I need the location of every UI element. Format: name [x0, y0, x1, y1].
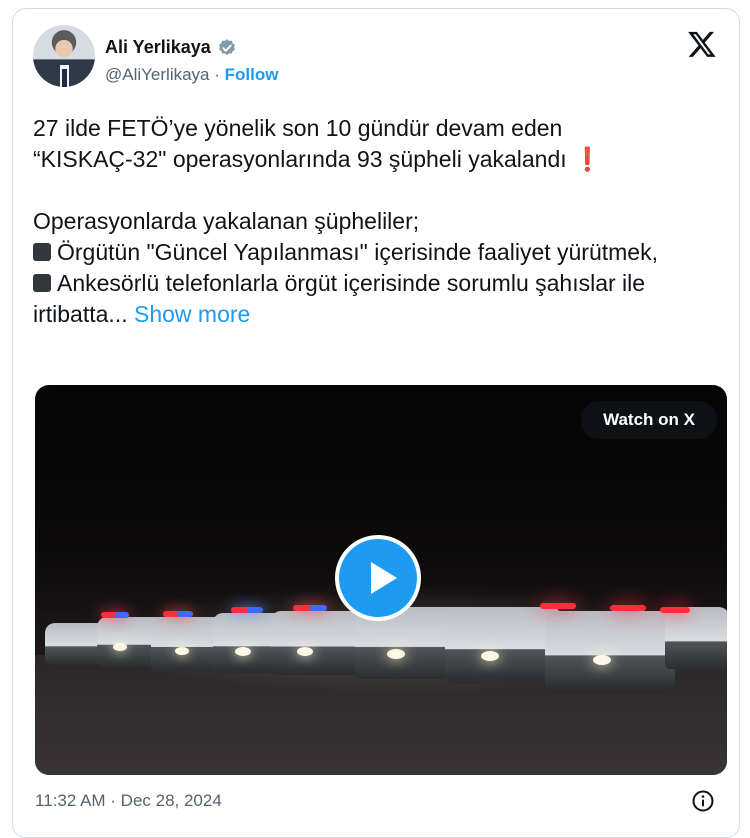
follow-button[interactable]: Follow	[225, 65, 279, 84]
tweet-bullet-2: Ankesörlü telefonlarla örgüt içerisinde …	[33, 270, 646, 327]
siren-light	[101, 612, 129, 618]
headlight	[297, 647, 313, 656]
avatar[interactable]	[33, 25, 95, 87]
black-square-bullet-icon	[33, 274, 51, 292]
black-square-bullet-icon	[33, 243, 51, 261]
handle-separator: ·	[214, 65, 220, 84]
x-logo-icon[interactable]	[687, 29, 717, 59]
timestamp[interactable]: 11:32 AM · Dec 28, 2024	[35, 791, 222, 811]
headlight	[113, 643, 127, 651]
video-player[interactable]: Watch on X	[35, 385, 727, 775]
show-more-link[interactable]: Show more	[134, 301, 250, 327]
police-car	[545, 611, 675, 691]
verified-badge-icon	[218, 38, 235, 55]
siren-light	[163, 611, 193, 617]
siren-light	[540, 603, 576, 609]
exclamation-emoji: ❗	[573, 146, 602, 172]
siren-light	[231, 607, 263, 613]
headlight	[387, 649, 405, 659]
police-car	[665, 607, 727, 669]
tweet-card[interactable]: Ali Yerlikaya @AliYerlikaya · Follow 27 …	[12, 8, 740, 838]
siren-light	[610, 605, 646, 611]
author-handle-row: @AliYerlikaya · Follow	[105, 65, 278, 85]
headlight	[175, 647, 189, 655]
play-icon[interactable]	[335, 535, 421, 621]
author-name[interactable]: Ali Yerlikaya	[105, 37, 211, 58]
watch-on-x-button[interactable]: Watch on X	[581, 401, 717, 439]
tweet-bullet-1: Örgütün "Güncel Yapılanması" içerisinde …	[57, 239, 658, 265]
siren-light	[660, 607, 690, 613]
tweet-line-3: Operasyonlarda yakalanan şüpheliler;	[33, 208, 420, 234]
tweet-line-2: “KISKAÇ-32" operasyonlarında 93 şüpheli …	[33, 146, 567, 172]
headlight	[481, 651, 499, 661]
author-name-row: Ali Yerlikaya	[105, 37, 237, 58]
tweet-text: 27 ilde FETÖ’ye yönelik son 10 gündür de…	[33, 113, 733, 330]
info-icon[interactable]	[691, 789, 715, 813]
avatar-tie	[62, 69, 67, 87]
headlight	[235, 647, 251, 656]
siren-light	[293, 605, 327, 611]
police-car	[445, 607, 561, 683]
tweet-line-1: 27 ilde FETÖ’ye yönelik son 10 gündür de…	[33, 115, 563, 141]
author-handle[interactable]: @AliYerlikaya	[105, 65, 210, 84]
headlight	[593, 655, 611, 665]
